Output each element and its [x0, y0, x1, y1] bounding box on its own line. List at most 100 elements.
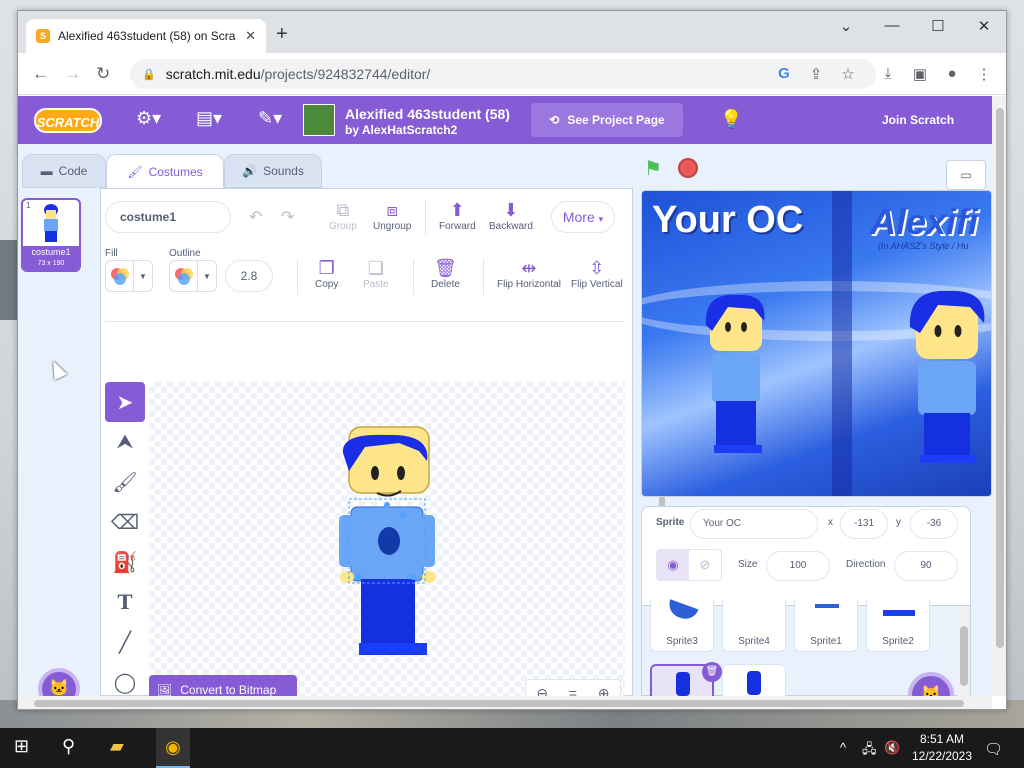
taskbar-clock[interactable]: 8:51 AM 12/22/2023: [906, 731, 978, 765]
costume-index: 1: [26, 201, 31, 210]
tab-search-icon[interactable]: ⌄: [832, 17, 860, 35]
page-scroll-thumb[interactable]: [34, 700, 964, 707]
page-horizontal-scrollbar[interactable]: [18, 696, 992, 709]
more-dropdown[interactable]: More ▾: [551, 201, 615, 233]
small-stage-icon[interactable]: ▭: [946, 160, 986, 190]
maximize-icon[interactable]: ☐: [924, 17, 952, 35]
lightbulb-icon[interactable]: 💡: [720, 109, 742, 130]
sprite-card[interactable]: Sprite2: [866, 600, 930, 652]
settings-gear-icon[interactable]: ⚙▾: [136, 108, 161, 129]
paint-editor: costume1 ↶ ↷ ⧉ Group ⧈ Ungroup ⬆ Forward…: [100, 188, 665, 709]
sprite-card[interactable]: Sprite3: [650, 599, 714, 652]
sprite-label: Sprite: [656, 517, 685, 528]
brush-tool-icon[interactable]: 🖌: [105, 462, 145, 502]
sprite-name-input[interactable]: Your OC: [690, 509, 818, 539]
notification-icon[interactable]: 🗨: [984, 740, 1003, 758]
costume-size: 73 x 190: [37, 260, 65, 267]
page-vertical-scrollbar[interactable]: [992, 96, 1006, 696]
sprite-card[interactable]: Sprite4: [722, 600, 786, 652]
fill-color-picker[interactable]: ▼: [105, 260, 153, 292]
page-scroll-thumb[interactable]: [996, 108, 1004, 648]
forward-button[interactable]: ⬆ Forward: [439, 199, 476, 232]
sprite-info-panel: Sprite Your OC x -131 y -36 ◉ ⊘ Size 100…: [641, 506, 971, 606]
forward-icon[interactable]: →: [64, 64, 81, 84]
windows-start-icon[interactable]: ⊞: [14, 736, 29, 757]
edit-pencil-icon[interactable]: ✎▾: [258, 108, 282, 129]
flip-vertical-button[interactable]: ⇳ Flip Vertical: [571, 257, 623, 290]
paste-button[interactable]: ❏ Paste: [363, 257, 389, 290]
search-icon[interactable]: ⚲: [62, 736, 75, 757]
tray-chevron-icon[interactable]: ^: [840, 740, 846, 755]
costume-card[interactable]: 1 costume1 73 x 190: [21, 198, 81, 272]
reload-icon[interactable]: ↻: [96, 64, 110, 84]
share-icon[interactable]: ⇪: [806, 65, 826, 83]
profile-icon[interactable]: ●: [942, 65, 962, 82]
ungroup-button[interactable]: ⧈ Ungroup: [373, 199, 411, 232]
sprite-list-scrollbar[interactable]: [958, 606, 970, 696]
delete-sprite-icon[interactable]: 🗑: [702, 662, 722, 682]
outline-width-input[interactable]: 2.8: [225, 260, 273, 292]
convert-label: Convert to Bitmap: [180, 683, 277, 697]
paint-canvas[interactable]: [149, 381, 665, 709]
costume-label: costume1 73 x 190: [23, 246, 79, 270]
scratch-logo[interactable]: SCRATCH: [34, 108, 102, 133]
flip-horizontal-label: Flip Horizontal: [497, 279, 561, 290]
close-window-icon[interactable]: ✕: [970, 17, 998, 35]
sprite-list-scroll-thumb[interactable]: [960, 626, 968, 686]
file-explorer-icon[interactable]: ▰: [110, 736, 124, 757]
google-icon[interactable]: G: [774, 65, 794, 82]
reshape-tool-icon[interactable]: ⮝: [105, 422, 145, 462]
outline-color-picker[interactable]: ▼: [169, 260, 217, 292]
tab-sounds[interactable]: 🔊 Sounds: [224, 154, 322, 188]
group-button[interactable]: ⧉ Group: [329, 199, 357, 232]
stage-subtitle: (In AHASZ's Style / Hu: [878, 241, 969, 251]
chevron-down-icon: ▼: [203, 271, 211, 281]
redo-icon[interactable]: ↷: [281, 207, 294, 227]
bookmark-star-icon[interactable]: ☆: [838, 65, 858, 83]
color-mix-icon: [174, 268, 193, 285]
direction-input[interactable]: 90: [894, 551, 958, 581]
select-tool-icon[interactable]: ➤: [105, 382, 145, 422]
minimize-icon[interactable]: —: [878, 17, 906, 34]
tab-costumes[interactable]: 🖌 Costumes: [106, 154, 224, 188]
url-bar[interactable]: 🔒 scratch.mit.edu/projects/924832744/edi…: [130, 59, 876, 89]
file-menu-icon[interactable]: ▤▾: [196, 108, 222, 129]
eraser-tool-icon[interactable]: ⌫: [105, 502, 145, 542]
chrome-menu-icon[interactable]: ⋮: [974, 65, 994, 83]
undo-icon[interactable]: ↶: [249, 207, 262, 227]
see-project-page-button[interactable]: ⟲ See Project Page: [531, 103, 683, 137]
tab-code[interactable]: ▬ Code: [22, 154, 106, 188]
back-icon[interactable]: ←: [32, 64, 49, 84]
green-flag-icon[interactable]: ⚑: [644, 156, 662, 181]
text-tool-icon[interactable]: T: [105, 582, 145, 622]
volume-muted-icon[interactable]: 🔇: [884, 740, 900, 756]
download-icon[interactable]: ⤓: [878, 65, 898, 82]
stage-pillar-decoration: [832, 191, 852, 496]
hide-eye-icon[interactable]: ⊘: [689, 550, 721, 580]
flip-horizontal-button[interactable]: ⇹ Flip Horizontal: [497, 257, 561, 290]
sprite-card[interactable]: Sprite1: [794, 600, 858, 652]
y-input[interactable]: -36: [910, 509, 958, 539]
side-panel-icon[interactable]: ▣: [910, 65, 930, 83]
close-tab-icon[interactable]: ✕: [245, 28, 256, 44]
stage-title-left: Your OC: [652, 199, 804, 241]
copy-button[interactable]: ❐ Copy: [315, 257, 338, 290]
network-icon[interactable]: 🖧: [862, 740, 877, 762]
chrome-taskbar-icon[interactable]: ◉: [156, 728, 190, 768]
sprite-name: Sprite1: [810, 636, 842, 647]
browser-tab[interactable]: S Alexified 463student (58) on Scra ✕: [26, 19, 266, 53]
stop-sign-icon[interactable]: [678, 158, 698, 178]
stage-canvas[interactable]: Your OC Alexifi (In AHASZ's Style / Hu: [641, 190, 992, 497]
x-input[interactable]: -131: [840, 509, 888, 539]
join-scratch-link[interactable]: Join Scratch: [882, 113, 954, 127]
backward-button[interactable]: ⬇ Backward: [489, 199, 533, 232]
new-tab-icon[interactable]: +: [276, 23, 288, 46]
costume-name-input[interactable]: costume1: [105, 201, 231, 233]
line-tool-icon[interactable]: ╱: [105, 622, 145, 662]
show-eye-icon[interactable]: ◉: [657, 550, 689, 580]
editor-area: ▬ Code 🖌 Costumes 🔊 Sounds 1 costume1 73…: [18, 144, 992, 709]
fill-tool-icon[interactable]: ⛽: [105, 542, 145, 582]
size-input[interactable]: 100: [766, 551, 830, 581]
costume-drawing: [339, 426, 436, 655]
delete-button[interactable]: 🗑 Delete: [431, 257, 460, 290]
